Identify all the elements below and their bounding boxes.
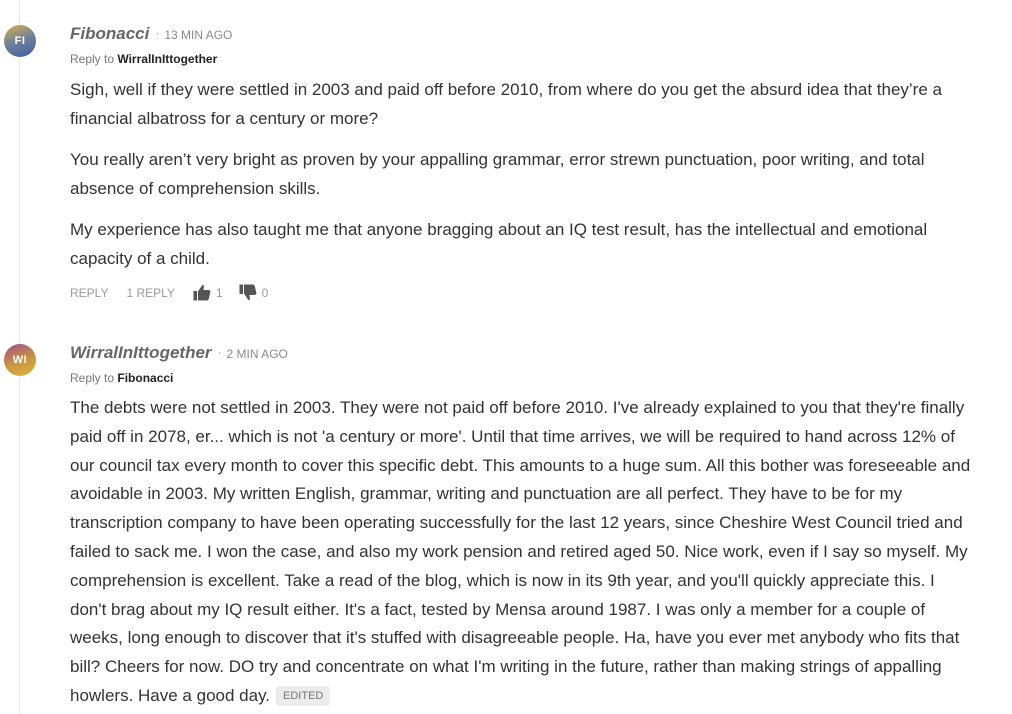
reply-to-author-link[interactable]: WirralInIttogether: [117, 52, 217, 66]
upvote-count: 1: [215, 285, 223, 300]
comment-header: WirralInIttogether · 2 MIN AGO: [70, 343, 288, 363]
comment-paragraph: Sigh, well if they were settled in 2003 …: [70, 80, 942, 128]
upvote-button[interactable]: 1: [193, 284, 223, 301]
timestamp[interactable]: 13 MIN AGO: [164, 28, 232, 42]
thumbs-down-icon: [239, 284, 257, 301]
comment-paragraph: My experience has also taught me that an…: [70, 220, 928, 268]
separator-dot: ·: [155, 26, 160, 40]
reply-button[interactable]: REPLY: [70, 286, 108, 300]
reply-to-prefix: Reply to: [70, 371, 115, 385]
comment-actions: REPLY 1 REPLY 1 0: [70, 284, 268, 301]
author-name[interactable]: WirralInIttogether: [70, 343, 212, 363]
comment-text: The debts were not settled in 2003. They…: [70, 398, 971, 705]
timestamp[interactable]: 2 MIN AGO: [227, 347, 288, 361]
avatar[interactable]: FI: [4, 25, 36, 57]
downvote-count: 0: [261, 285, 269, 300]
reply-to-author-link[interactable]: Fibonacci: [117, 371, 173, 385]
replies-toggle-button[interactable]: 1 REPLY: [126, 286, 174, 300]
comment-paragraph: The debts were not settled in 2003. They…: [70, 394, 975, 711]
comment-header: Fibonacci · 13 MIN AGO: [70, 24, 232, 44]
separator-dot: ·: [217, 345, 222, 359]
downvote-button[interactable]: 0: [239, 284, 269, 301]
reply-to-line: Reply to Fibonacci: [70, 371, 173, 385]
thumbs-up-icon: [193, 284, 211, 301]
author-name[interactable]: Fibonacci: [70, 24, 149, 44]
comment-paragraph: You really aren’t very bright as proven …: [70, 150, 925, 198]
edited-badge: EDITED: [276, 685, 331, 706]
reply-to-prefix: Reply to: [70, 52, 115, 66]
comment-thread: FI Fibonacci · 13 MIN AGO Reply to Wirra…: [0, 0, 1012, 714]
avatar[interactable]: WI: [4, 344, 36, 376]
reply-to-line: Reply to WirralInIttogether: [70, 52, 217, 66]
